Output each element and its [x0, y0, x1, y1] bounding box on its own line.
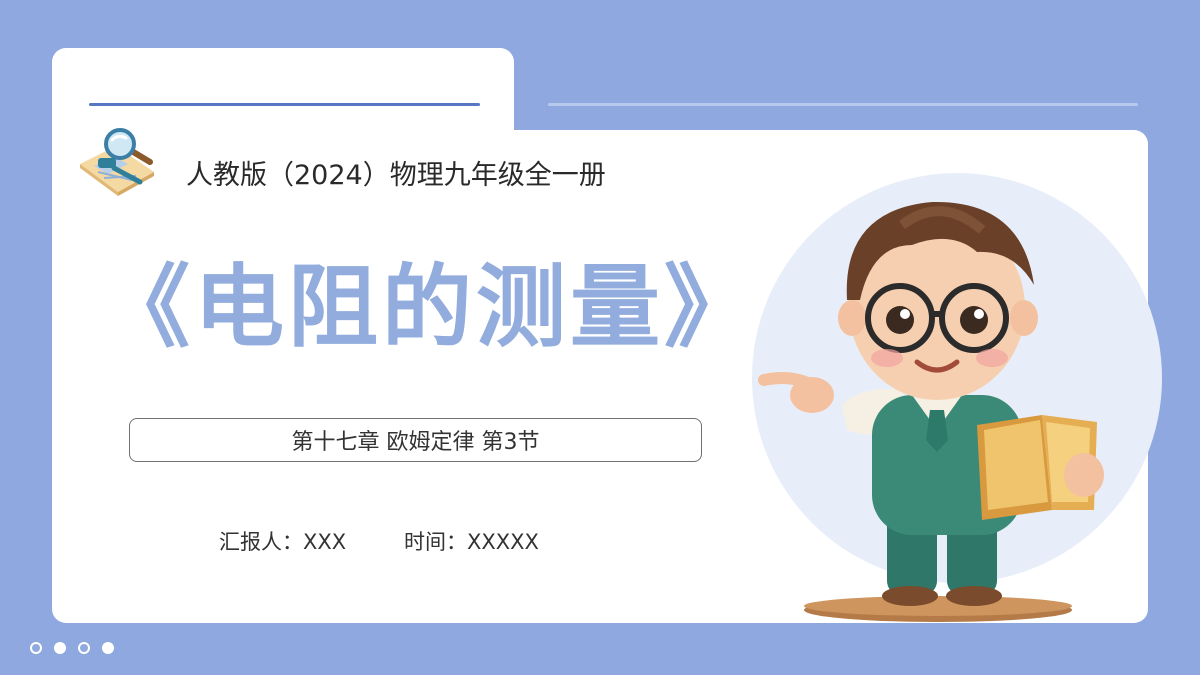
- pagination-dot[interactable]: [30, 642, 42, 654]
- subtitle: 人教版（2024）物理九年级全一册: [186, 160, 606, 191]
- pagination-dot[interactable]: [54, 642, 66, 654]
- time-label: 时间：: [404, 530, 467, 554]
- pagination-dots: [30, 642, 114, 654]
- reporter-info: 汇报人：XXX: [219, 526, 346, 558]
- pagination-dot[interactable]: [102, 642, 114, 654]
- page-title: 《电阻的测量》: [100, 255, 758, 360]
- reporter-value: XXX: [303, 530, 347, 554]
- accent-line: [89, 103, 480, 106]
- magnifier-document-icon: [80, 128, 154, 196]
- light-accent-line: [548, 103, 1138, 106]
- time-info: 时间：XXXXX: [404, 526, 539, 558]
- chapter-label-box: 第十七章 欧姆定律 第3节: [129, 418, 702, 462]
- pagination-dot[interactable]: [78, 642, 90, 654]
- chapter-label: 第十七章 欧姆定律 第3节: [291, 430, 540, 455]
- teacher-illustration: [758, 201, 1104, 622]
- reporter-label: 汇报人：: [219, 530, 303, 554]
- time-value: XXXXX: [467, 530, 539, 554]
